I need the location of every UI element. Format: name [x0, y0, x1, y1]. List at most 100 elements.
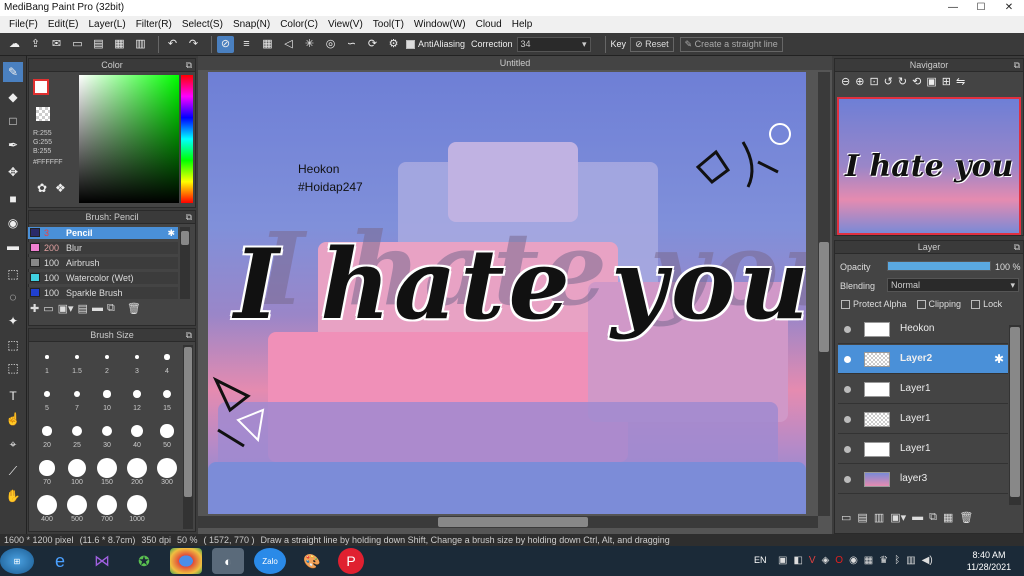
protect-alpha-checkbox[interactable] — [841, 300, 850, 310]
move-tool-icon[interactable]: ✥ — [3, 162, 23, 182]
flip-icon[interactable]: ⇋ — [956, 75, 965, 88]
new-8bit-layer-icon[interactable]: ▥ — [874, 511, 884, 524]
menu-filter[interactable]: Filter(R) — [131, 19, 177, 30]
layer-row[interactable]: Layer1 — [838, 375, 1008, 404]
protect-alpha-option[interactable]: Protect Alpha — [841, 299, 907, 310]
brush-size-option[interactable]: 300 — [153, 458, 181, 486]
clock[interactable]: 8:40 AM 11/28/2021 — [960, 549, 1018, 573]
start-button-icon[interactable]: ⊞ — [0, 548, 34, 574]
canvas-vertical-scrollbar[interactable] — [818, 72, 830, 516]
eye-icon[interactable] — [844, 386, 851, 393]
redo-icon[interactable]: ↷ — [185, 36, 202, 53]
select-eraser-icon[interactable]: ⬚ — [3, 358, 23, 378]
brush-size-option[interactable]: 10 — [93, 384, 121, 412]
duplicate-icon[interactable]: ⧉ — [107, 302, 115, 320]
eye-icon[interactable] — [844, 446, 851, 453]
panel-menu-icon[interactable]: ⧉ — [1014, 59, 1020, 72]
brush-size-option[interactable]: 50 — [153, 421, 181, 449]
trash-icon[interactable]: 🗑 — [127, 302, 141, 320]
menu-window[interactable]: Window(W) — [409, 19, 471, 30]
navigator-preview[interactable]: I hate you — [837, 97, 1021, 235]
gear-icon[interactable]: ✱ — [167, 227, 175, 239]
actual-size-icon[interactable]: ⊞ — [942, 75, 951, 88]
visual-studio-icon[interactable]: ⋈ — [86, 548, 118, 574]
brush-size-option[interactable]: 3 — [123, 347, 151, 375]
clipping-checkbox[interactable] — [916, 300, 926, 310]
film-icon[interactable]: ▥ — [132, 36, 149, 53]
panel-menu-icon[interactable]: ⧉ — [186, 59, 192, 72]
brush-size-option[interactable]: 15 — [153, 384, 181, 412]
rotate-snap-icon[interactable]: ⟳ — [364, 36, 381, 53]
eye-icon[interactable] — [844, 476, 851, 483]
document-tab[interactable]: Untitled — [198, 56, 832, 70]
clipping-option[interactable]: Clipping — [916, 299, 961, 310]
brush-item[interactable]: 100 Watercolor (Wet) — [28, 272, 178, 284]
fit-window-icon[interactable]: ▣ — [926, 75, 936, 88]
menu-edit[interactable]: Edit(E) — [43, 19, 84, 30]
pen-tool-icon[interactable]: ✒ — [3, 135, 23, 155]
duplicate-layer-icon[interactable]: ⧉ — [929, 511, 937, 524]
fill-tool-icon[interactable]: ◉ — [3, 213, 23, 233]
layer-row[interactable]: Heokon — [838, 315, 1008, 344]
frame-tool-icon[interactable]: ⟋ — [3, 461, 23, 481]
eye-icon[interactable] — [844, 326, 851, 333]
paint-icon[interactable]: 🎨 — [296, 548, 328, 574]
scroll-thumb[interactable] — [181, 231, 189, 245]
scroll-thumb[interactable] — [438, 517, 588, 527]
folder-icon[interactable]: ▬ — [92, 302, 103, 320]
merge-layer-icon[interactable]: ▦ — [943, 511, 953, 524]
minimize-button[interactable]: — — [940, 0, 966, 16]
secondary-color-swatch[interactable] — [36, 107, 50, 121]
circle-snap-icon[interactable]: ◎ — [322, 36, 339, 53]
scroll-thumb[interactable] — [1010, 327, 1020, 497]
brush-size-option[interactable]: 2 — [93, 347, 121, 375]
close-button[interactable]: ✕ — [996, 0, 1022, 16]
lock-checkbox[interactable] — [971, 300, 981, 310]
brush-size-option[interactable]: 1000 — [123, 495, 151, 523]
brush-item[interactable]: 200 Blur — [28, 242, 178, 254]
tray-app-icon[interactable]: ▣ — [778, 555, 787, 566]
select-tool-icon[interactable]: ⬚ — [3, 264, 23, 284]
layer-row[interactable]: layer3 — [838, 465, 1008, 494]
menu-file[interactable]: File(F) — [4, 19, 43, 30]
brush-size-option[interactable]: 20 — [33, 421, 61, 449]
operation-tool-icon[interactable]: ☝ — [3, 409, 23, 429]
panel-menu-icon[interactable]: ⧉ — [186, 211, 192, 224]
straight-line-button[interactable]: ✎ Create a straight line — [679, 36, 783, 52]
rotate-right-icon[interactable]: ↻ — [898, 75, 907, 88]
brush-size-option[interactable]: 1.5 — [63, 347, 91, 375]
maximize-button[interactable]: ☐ — [968, 0, 994, 16]
panel-menu-icon[interactable]: ⧉ — [1014, 241, 1020, 254]
zalo-icon[interactable]: Zalo — [254, 548, 286, 574]
medibang-icon[interactable]: ◐ — [212, 548, 244, 574]
lasso-tool-icon[interactable]: ◌ — [3, 287, 23, 307]
bluetooth-icon[interactable]: ᛒ — [894, 555, 900, 566]
rotate-left-icon[interactable]: ↺ — [884, 75, 893, 88]
brush-size-option[interactable]: 200 — [123, 458, 151, 486]
brush-dropdown-icon[interactable]: ▣▾ — [58, 302, 74, 320]
zoom-out-icon[interactable]: ⊖ — [841, 75, 850, 88]
eye-icon[interactable] — [844, 416, 851, 423]
palette-icon[interactable]: ✿ — [37, 181, 47, 195]
network-icon[interactable]: ▥ — [906, 555, 915, 566]
menu-layer[interactable]: Layer(L) — [83, 19, 130, 30]
color-history-icon[interactable]: ❖ — [55, 181, 66, 195]
brush-size-option[interactable]: 30 — [93, 421, 121, 449]
tray-app-icon[interactable]: ♛ — [879, 555, 888, 566]
parallel-snap-icon[interactable]: ≡ — [238, 36, 255, 53]
brush-item[interactable]: 3 Pencil ✱ — [28, 227, 178, 239]
green-app-icon[interactable]: ✪ — [128, 548, 160, 574]
brush-size-option[interactable]: 5 — [33, 384, 61, 412]
layer-folder-icon[interactable]: ▬ — [912, 511, 923, 524]
text-tool-icon[interactable]: T — [3, 386, 23, 406]
drawing-canvas[interactable]: Heokon #Hoidap247 I hate you I hate you — [208, 72, 806, 514]
radial-snap-icon[interactable]: ✳ — [301, 36, 318, 53]
eyedropper-tool-icon[interactable]: ⌖ — [3, 434, 23, 454]
brush-size-option[interactable]: 400 — [33, 495, 61, 523]
brush-size-option[interactable]: 25 — [63, 421, 91, 449]
tray-app-icon[interactable]: ◉ — [849, 555, 858, 566]
chrome-icon[interactable] — [170, 548, 202, 574]
menu-tool[interactable]: Tool(T) — [368, 19, 409, 30]
add-brush-icon[interactable]: ✚ — [30, 302, 39, 320]
cloud-icon[interactable]: ☁ — [6, 36, 23, 53]
